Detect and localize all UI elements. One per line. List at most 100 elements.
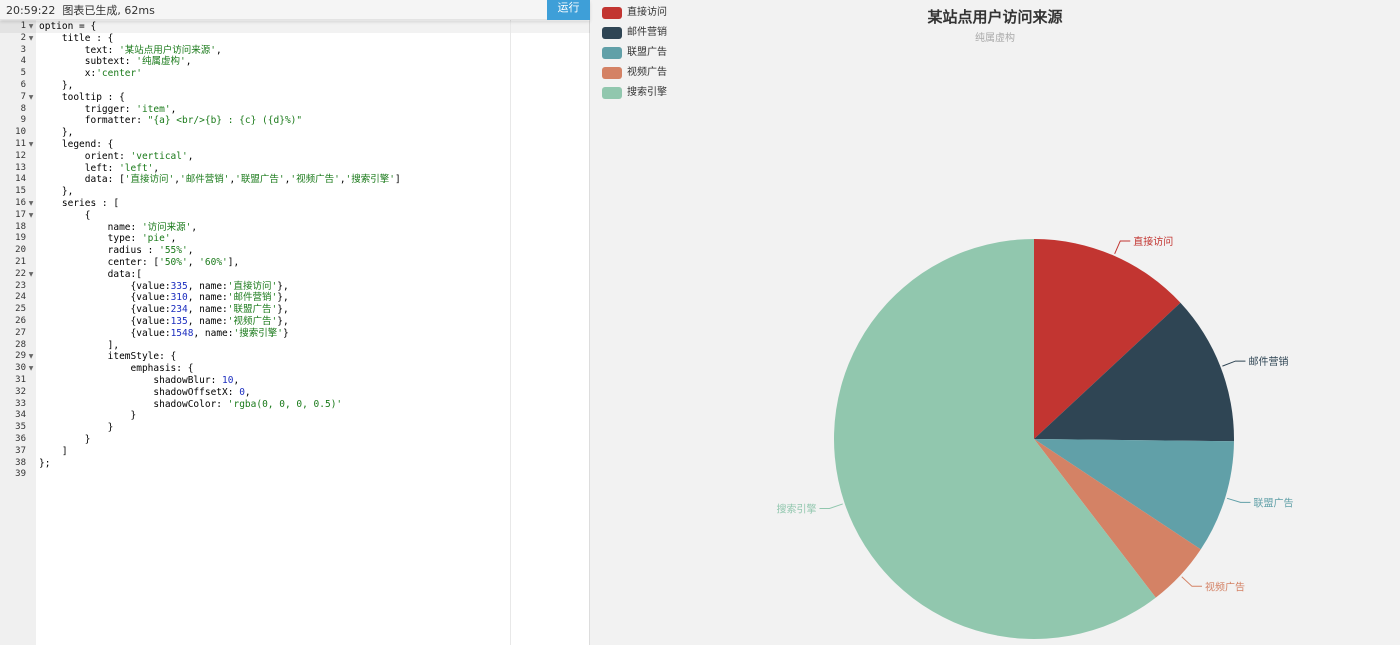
code-line: {value:1548, name:'搜索引擎'}	[39, 328, 289, 340]
code-line: }	[39, 434, 91, 446]
run-button[interactable]: 运行	[547, 0, 590, 20]
code-token: '直接访问'	[227, 280, 278, 292]
code-token: data:[	[39, 268, 142, 280]
code-token: }	[39, 410, 137, 422]
code-token: shadowBlur:	[39, 375, 223, 386]
slice-label-line	[1114, 240, 1131, 255]
code-token: "{a} <br/>{b} : {c} ({d}%)"	[147, 115, 303, 127]
slice-label: 搜索引擎	[776, 502, 816, 515]
code-token: '邮件营销'	[179, 174, 230, 186]
legend-label: 邮件营销	[627, 27, 667, 38]
line-number: 37	[15, 445, 26, 456]
fold-toggle-icon[interactable]: ▼	[27, 33, 35, 45]
code-token: tooltip : {	[39, 91, 125, 103]
line-number: 26	[15, 316, 26, 326]
code-token: 'pie'	[141, 233, 171, 245]
fold-toggle-icon[interactable]: ▼	[27, 92, 35, 104]
code-token: , name:	[187, 304, 228, 316]
line-number: 23	[15, 280, 26, 291]
fold-toggle-icon[interactable]: ▼	[27, 21, 35, 33]
code-line: ]	[39, 446, 68, 458]
line-number: 3	[20, 44, 26, 55]
code-line: title : {	[39, 33, 113, 45]
line-number: 32	[15, 386, 26, 397]
code-token: '某站点用户访问来源'	[119, 44, 217, 56]
code-token: series : [	[39, 198, 120, 209]
code-token: },	[277, 304, 289, 316]
line-number: 10	[15, 127, 26, 138]
code-token: 10	[222, 375, 234, 386]
fold-toggle-icon[interactable]: ▼	[27, 363, 35, 375]
code-token: {value:	[39, 304, 171, 316]
code-line: shadowColor: 'rgba(0, 0, 0, 0.5)'	[39, 399, 342, 411]
code-token: shadowColor:	[39, 398, 228, 410]
legend-label: 搜索引擎	[627, 87, 667, 98]
code-token: ],	[39, 339, 120, 351]
code-token: '视频广告'	[290, 174, 340, 186]
status-message: 20:59:22 图表已生成, 62ms	[6, 4, 155, 17]
code-line: {value:335, name:'直接访问'},	[39, 281, 289, 293]
code-token: },	[277, 280, 289, 292]
code-token: 135	[170, 316, 188, 327]
slice-label-line	[1222, 360, 1246, 367]
code-line: type: 'pie',	[39, 233, 177, 245]
code-token: 234	[170, 304, 188, 316]
code-line: {value:135, name:'视频广告'},	[39, 316, 289, 328]
status-bar: 20:59:22 图表已生成, 62ms 运行	[0, 0, 590, 20]
code-token: title : {	[39, 32, 114, 44]
code-token: 1548	[170, 327, 194, 339]
code-token: 310	[170, 292, 188, 304]
code-token: trigger:	[39, 103, 137, 115]
code-line: itemStyle: {	[39, 351, 177, 363]
code-line: },	[39, 80, 73, 92]
code-token: , name:	[193, 327, 234, 339]
line-number: 38	[15, 457, 26, 468]
code-token: '联盟广告'	[235, 174, 285, 186]
fold-toggle-icon[interactable]: ▼	[27, 139, 35, 151]
code-token: '50%'	[159, 257, 188, 268]
code-token: '视频广告'	[227, 316, 278, 327]
code-token: },	[39, 80, 74, 91]
line-number: 30	[15, 363, 26, 374]
code-token: formatter:	[39, 115, 148, 127]
code-token: ,	[185, 56, 192, 68]
code-token: 'item'	[136, 103, 171, 115]
code-line: {value:310, name:'邮件营销'},	[39, 292, 289, 304]
code-token: },	[39, 127, 74, 139]
line-number: 2	[20, 32, 26, 43]
legend-label: 联盟广告	[627, 47, 667, 58]
code-token: emphasis: {	[39, 363, 194, 375]
code-token: ,	[187, 150, 194, 162]
code-line: name: '访问来源',	[39, 222, 198, 234]
chart-preview-pane: 直接访问 邮件营销 联盟广告 视频广告 搜索引擎 某站点用户访问来源 纯属虚构 直接访问…	[590, 0, 1400, 645]
code-line: formatter: "{a} <br/>{b} : {c} ({d}%)"	[39, 115, 302, 127]
legend-swatch	[602, 67, 622, 79]
fold-toggle-icon[interactable]: ▼	[27, 210, 35, 222]
line-number: 9	[20, 115, 26, 126]
line-number: 13	[15, 162, 26, 173]
code-token: '直接访问'	[124, 174, 175, 186]
code-token: ,	[187, 257, 200, 268]
line-number: 19	[15, 233, 26, 244]
legend-label: 视频广告	[627, 67, 667, 78]
fold-toggle-icon[interactable]: ▼	[27, 269, 35, 281]
code-text-area[interactable]: option = { title : { text: '某站点用户访问来源' , …	[36, 20, 590, 645]
code-token: {value:	[39, 316, 171, 327]
code-line: shadowBlur: 10,	[39, 375, 239, 387]
code-token: ]	[39, 445, 68, 457]
fold-toggle-icon[interactable]: ▼	[27, 351, 35, 363]
code-token: ,	[187, 245, 194, 257]
code-line: tooltip : {	[39, 92, 125, 104]
code-line: series : [	[39, 198, 119, 210]
fold-toggle-icon[interactable]: ▼	[27, 198, 35, 210]
code-line: x:'center'	[39, 68, 142, 80]
code-line: {value:234, name:'联盟广告'},	[39, 304, 289, 316]
line-number: 25	[15, 304, 26, 315]
code-token: legend: {	[39, 139, 114, 150]
line-number: 5	[20, 68, 26, 79]
code-line: },	[39, 127, 73, 139]
code-token: text:	[39, 44, 120, 56]
code-token: {	[39, 209, 91, 221]
code-token: 'rgba(0, 0, 0, 0.5)'	[227, 398, 343, 410]
code-token: '搜索引擎'	[345, 174, 395, 186]
